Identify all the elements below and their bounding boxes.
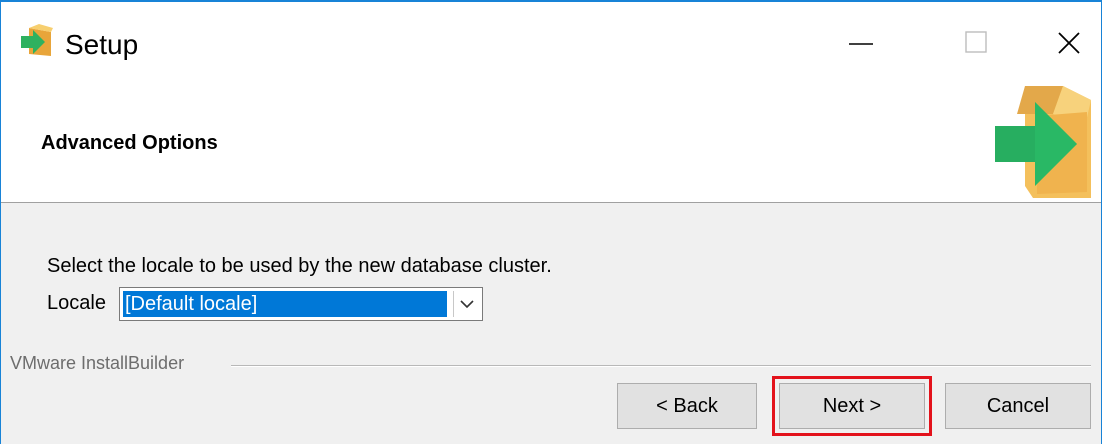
title-bar[interactable]: Setup (1, 2, 1101, 86)
brand-separator: VMware InstallBuilder (1, 353, 1101, 377)
cancel-button[interactable]: Cancel (945, 383, 1091, 429)
next-button[interactable]: Next > (772, 376, 932, 436)
separator-line (231, 365, 1091, 367)
maximize-icon[interactable] (947, 20, 1003, 66)
locale-label: Locale (47, 292, 106, 314)
wizard-body: Select the locale to be used by the new … (1, 203, 1101, 444)
installer-box-arrow-icon (995, 86, 1091, 198)
wizard-header: Advanced Options (1, 86, 1101, 203)
window-title: Setup (65, 29, 139, 60)
brand-label: VMware InstallBuilder (10, 353, 191, 374)
setup-package-arrow-icon (21, 24, 53, 56)
chevron-down-icon[interactable] (453, 291, 480, 317)
back-button[interactable]: < Back (617, 383, 757, 429)
locale-prompt: Select the locale to be used by the new … (47, 255, 552, 277)
locale-selected-value: [Default locale] (123, 291, 447, 317)
close-icon[interactable] (1041, 20, 1097, 66)
locale-dropdown[interactable]: [Default locale] (119, 287, 483, 321)
minimize-icon[interactable] (833, 20, 889, 66)
page-title: Advanced Options (41, 132, 218, 154)
setup-window: Setup Advanced Options Select the locale… (0, 0, 1102, 444)
